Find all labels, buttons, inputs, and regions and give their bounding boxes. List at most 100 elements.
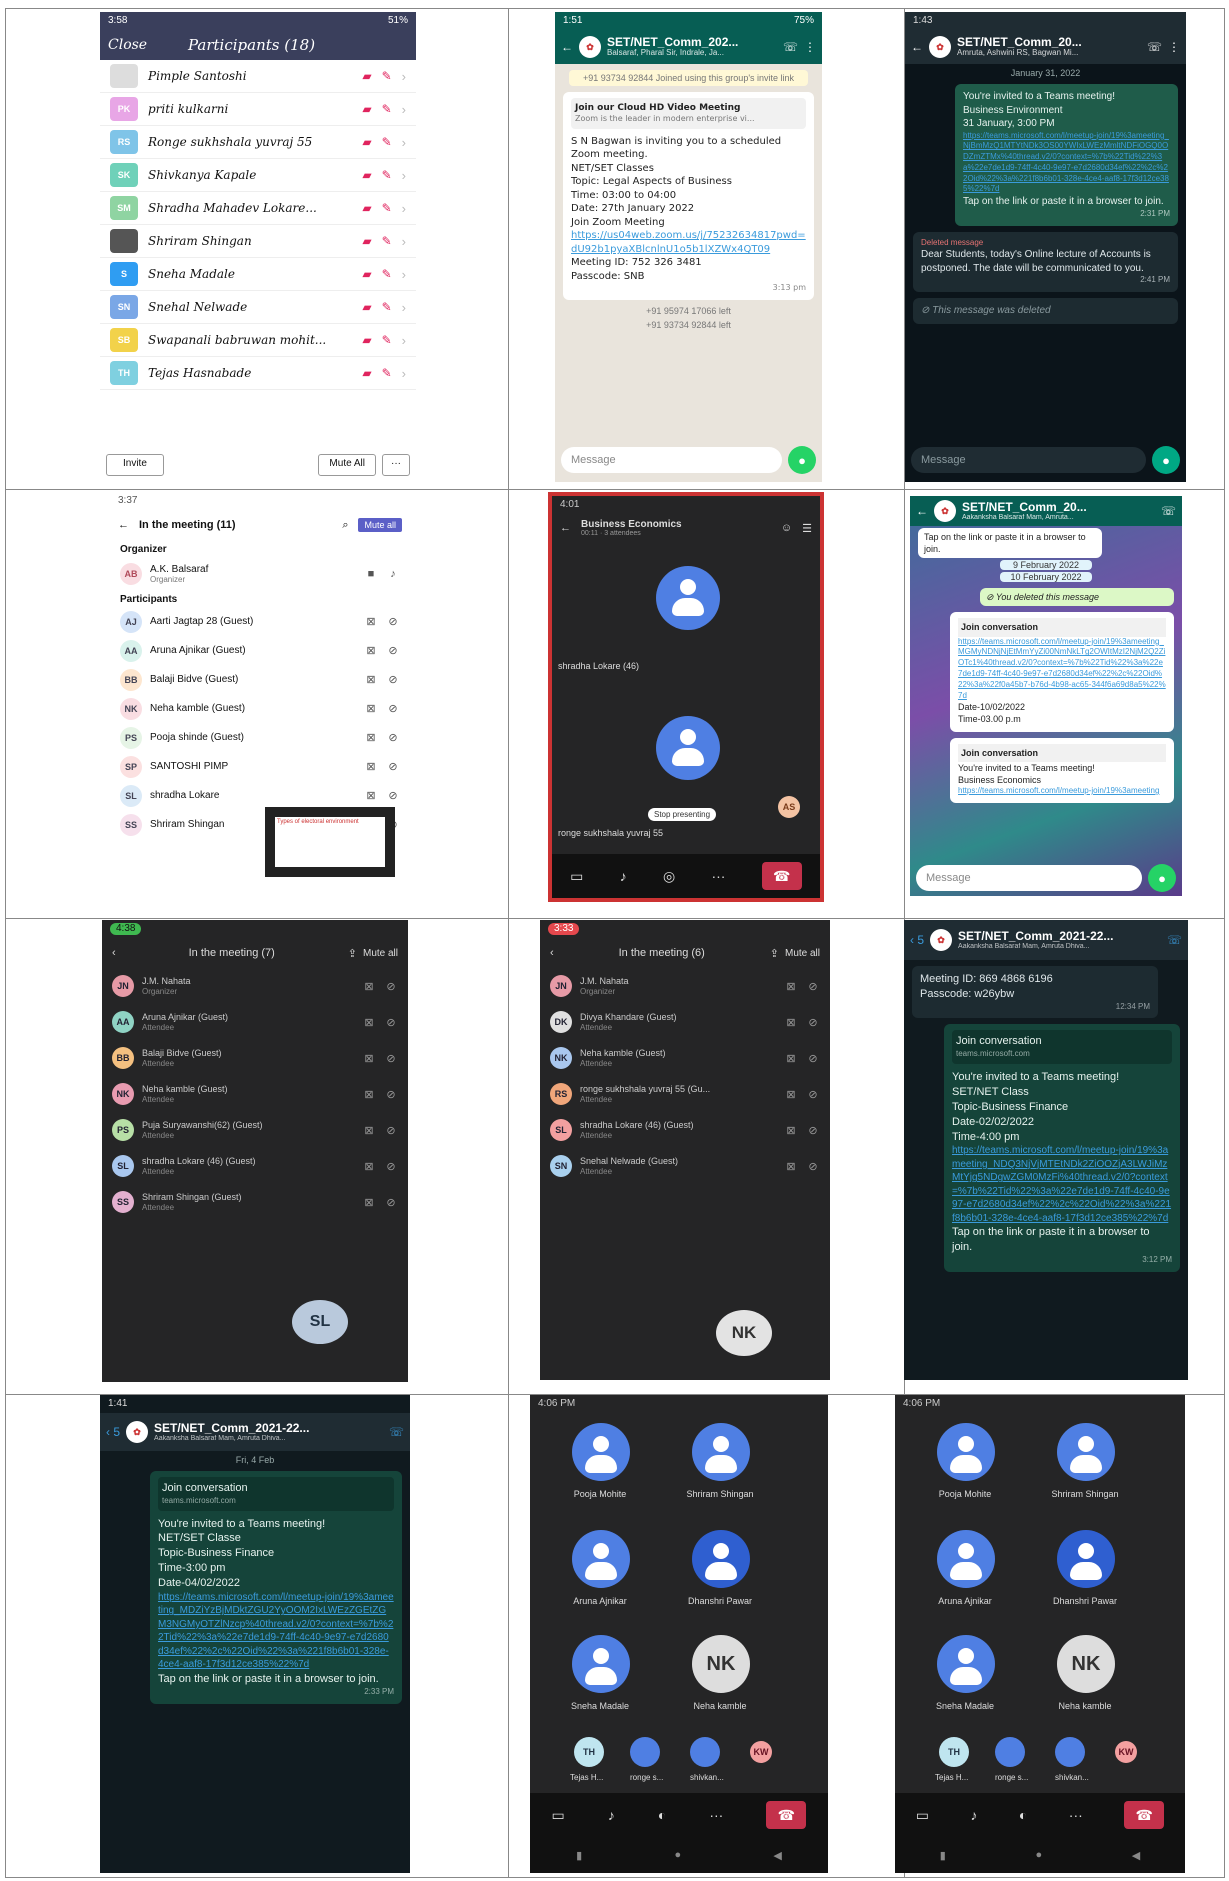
teams-link[interactable]: https://teams.microsoft.com/l/meetup-joi… xyxy=(958,637,1166,702)
camera-off-icon[interactable]: ▭ xyxy=(570,868,583,885)
menu-icon[interactable]: ⋮ xyxy=(804,40,816,54)
speaker-icon[interactable]: ◐ xyxy=(658,1807,666,1823)
invite-button[interactable]: Invite xyxy=(106,454,164,476)
mic-icon[interactable]: ♪ xyxy=(608,1807,615,1823)
search-icon[interactable]: ⌕ xyxy=(342,519,348,532)
participant-row[interactable]: TH Tejas Hasnabade ▰ ✎ › xyxy=(100,357,416,390)
back-icon[interactable]: ◀ xyxy=(1132,1849,1140,1862)
hang-up-button[interactable]: ☎ xyxy=(766,1801,807,1829)
speaker-icon[interactable]: ◎ xyxy=(663,868,675,885)
link-preview[interactable]: Join conversation teams.microsoft.com xyxy=(158,1477,394,1511)
home-icon[interactable]: ● xyxy=(674,1849,681,1861)
chat-icon[interactable]: ☺ xyxy=(781,522,792,534)
hang-up-button[interactable]: ☎ xyxy=(761,862,802,890)
call-icon[interactable]: ☏ xyxy=(389,1425,404,1439)
participant-row[interactable]: RS ronge sukhshala yuvraj 55 (Gu... Attend… xyxy=(540,1076,830,1112)
participant-row[interactable]: AJ Aarti Jagtap 28 (Guest) ⊠ ⊘ xyxy=(110,607,410,636)
more-options-button[interactable]: ··· xyxy=(382,454,410,476)
mic-icon[interactable]: ● xyxy=(1148,864,1176,892)
home-icon[interactable]: ● xyxy=(1035,1849,1042,1861)
teams-link[interactable]: https://teams.microsoft.com/l/meetup-joi… xyxy=(958,786,1166,797)
message-input[interactable]: Message xyxy=(911,447,1146,473)
participant-row[interactable]: SL shradha Lokare (46) (Guest) Attendee ⊠ ⊘ xyxy=(102,1148,408,1184)
stop-presenting-button[interactable]: Stop presenting xyxy=(648,808,717,821)
call-icon[interactable]: ☏ xyxy=(1167,933,1182,947)
teams-link[interactable]: https://teams.microsoft.com/l/meetup-joi… xyxy=(158,1591,394,1672)
participant-row[interactable]: RS Ronge sukhshala yuvraj 55 ▰ ✎ › xyxy=(100,126,416,159)
participant-row[interactable]: DK Divya Khandare (Guest) Attendee ⊠ ⊘ xyxy=(540,1004,830,1040)
add-call-icon[interactable]: ☏ xyxy=(1147,40,1162,54)
link-preview[interactable]: Join conversation teams.microsoft.com xyxy=(952,1030,1172,1065)
participant-row[interactable]: NK Neha kamble (Guest) Attendee ⊠ ⊘ xyxy=(102,1076,408,1112)
participant-row[interactable]: SL shradha Lokare (46) (Guest) Attendee ⊠ ⊘ xyxy=(540,1112,830,1148)
recents-icon[interactable]: ▮ xyxy=(940,1849,946,1862)
mic-icon[interactable]: ● xyxy=(788,446,816,474)
message-input[interactable]: Message xyxy=(916,865,1142,891)
participant-row[interactable]: SK Shivkanya Kapale ▰ ✎ › xyxy=(100,159,416,192)
mute-all-button[interactable]: Mute all xyxy=(358,518,402,532)
back-arrow-icon[interactable]: ← xyxy=(911,40,923,54)
share-icon[interactable]: ⇪ xyxy=(348,947,357,960)
participant-row[interactable]: NK Neha kamble (Guest) ⊠ ⊘ xyxy=(110,694,410,723)
participant-row[interactable]: Pimple Santoshi ▰ ✎ › xyxy=(100,60,416,93)
back-arrow-icon[interactable]: ← xyxy=(560,522,571,534)
mute-all-button[interactable]: Mute All xyxy=(318,454,376,476)
camera-off-icon[interactable]: ▭ xyxy=(552,1807,565,1824)
link-preview[interactable]: Join conversation xyxy=(958,743,1166,762)
group-avatar[interactable]: ✿ xyxy=(126,1421,149,1443)
zoom-link[interactable]: https://us04web.zoom.us/j/75232634817pwd… xyxy=(571,229,806,256)
participant-row[interactable]: NK Neha kamble (Guest) Attendee ⊠ ⊘ xyxy=(540,1040,830,1076)
group-avatar[interactable]: ✿ xyxy=(934,500,956,522)
participant-row[interactable]: PS Puja Suryawanshi(62) (Guest) Attendee ⊠ ⊘ xyxy=(102,1112,408,1148)
participants-icon[interactable]: ☰ xyxy=(802,522,812,535)
group-avatar[interactable]: ✿ xyxy=(930,929,953,951)
share-icon[interactable]: ⇪ xyxy=(770,947,779,960)
group-avatar[interactable]: ✿ xyxy=(579,36,601,58)
participant-row[interactable]: JN J.M. Nahata Organizer ⊠ ⊘ xyxy=(540,968,830,1004)
participant-row[interactable]: Shriram Shingan ▰ ✎ › xyxy=(100,225,416,258)
participant-row[interactable]: SM Shradha Mahadev Lokare... ▰ ✎ › xyxy=(100,192,416,225)
participant-row[interactable]: BB Balaji Bidve (Guest) ⊠ ⊘ xyxy=(110,665,410,694)
organizer-row[interactable]: AB A.K. Balsaraf Organizer ■ ♪ xyxy=(110,559,410,588)
back-button[interactable]: ‹ 5 xyxy=(106,1425,120,1439)
back-arrow-icon[interactable]: ← xyxy=(118,519,129,531)
link-preview[interactable]: Join our Cloud HD Video Meeting Zoom is … xyxy=(571,98,806,129)
message-input[interactable]: Message xyxy=(561,447,782,473)
speaker-icon[interactable]: ◐ xyxy=(1019,1807,1027,1823)
camera-off-icon[interactable]: ▭ xyxy=(916,1807,929,1824)
participant-row[interactable]: PK priti kulkarni ▰ ✎ › xyxy=(100,93,416,126)
participant-row[interactable]: JN J.M. Nahata Organizer ⊠ ⊘ xyxy=(102,968,408,1004)
participant-row[interactable]: AA Aruna Ajnikar (Guest) ⊠ ⊘ xyxy=(110,636,410,665)
teams-link[interactable]: https://teams.microsoft.com/l/meetup-joi… xyxy=(952,1144,1172,1225)
mic-icon[interactable]: ● xyxy=(1152,446,1180,474)
back-button[interactable]: ‹ 5 xyxy=(910,933,924,947)
mic-icon[interactable]: ♪ xyxy=(620,868,627,884)
participant-row[interactable]: SN Snehal Nelwade ▰ ✎ › xyxy=(100,291,416,324)
participant-row[interactable]: SP SANTOSHI PIMP ⊠ ⊘ xyxy=(110,752,410,781)
participant-row[interactable]: SB Swapanali babruwan mohit... ▰ ✎ › xyxy=(100,324,416,357)
back-arrow-icon[interactable]: ← xyxy=(916,504,928,518)
back-arrow-icon[interactable]: ← xyxy=(561,40,573,54)
participant-row[interactable]: SN Snehal Nelwade (Guest) Attendee ⊠ ⊘ xyxy=(540,1148,830,1184)
participant-row[interactable]: PS Pooja shinde (Guest) ⊠ ⊘ xyxy=(110,723,410,752)
recents-icon[interactable]: ▮ xyxy=(576,1849,582,1862)
link-preview[interactable]: Join conversation xyxy=(958,618,1166,637)
mic-icon[interactable]: ♪ xyxy=(970,1807,977,1823)
participant-row[interactable]: SS Shriram Shingan (Guest) Attendee ⊠ ⊘ xyxy=(102,1184,408,1220)
more-options-icon[interactable]: ··· xyxy=(1069,1807,1083,1823)
more-options-icon[interactable]: ··· xyxy=(709,1807,723,1823)
more-options-icon[interactable]: ··· xyxy=(711,868,725,884)
mute-all-button[interactable]: Mute all xyxy=(363,948,398,959)
back-icon[interactable]: ◀ xyxy=(773,1849,781,1862)
participant-row[interactable]: S Sneha Madale ▰ ✎ › xyxy=(100,258,416,291)
close-button[interactable]: Close xyxy=(108,37,188,53)
participant-row[interactable]: AA Aruna Ajnikar (Guest) Attendee ⊠ ⊘ xyxy=(102,1004,408,1040)
participant-row[interactable]: BB Balaji Bidve (Guest) Attendee ⊠ ⊘ xyxy=(102,1040,408,1076)
mute-all-button[interactable]: Mute all xyxy=(785,948,820,959)
hang-up-button[interactable]: ☎ xyxy=(1124,1801,1165,1829)
teams-link[interactable]: https://teams.microsoft.com/l/meetup-joi… xyxy=(963,131,1170,196)
group-avatar[interactable]: ✿ xyxy=(929,36,951,58)
menu-icon[interactable]: ⋮ xyxy=(1168,40,1180,54)
participant-row[interactable]: SL shradha Lokare ⊠ ⊘ xyxy=(110,781,410,810)
call-icon[interactable]: ☏ xyxy=(1161,504,1176,518)
